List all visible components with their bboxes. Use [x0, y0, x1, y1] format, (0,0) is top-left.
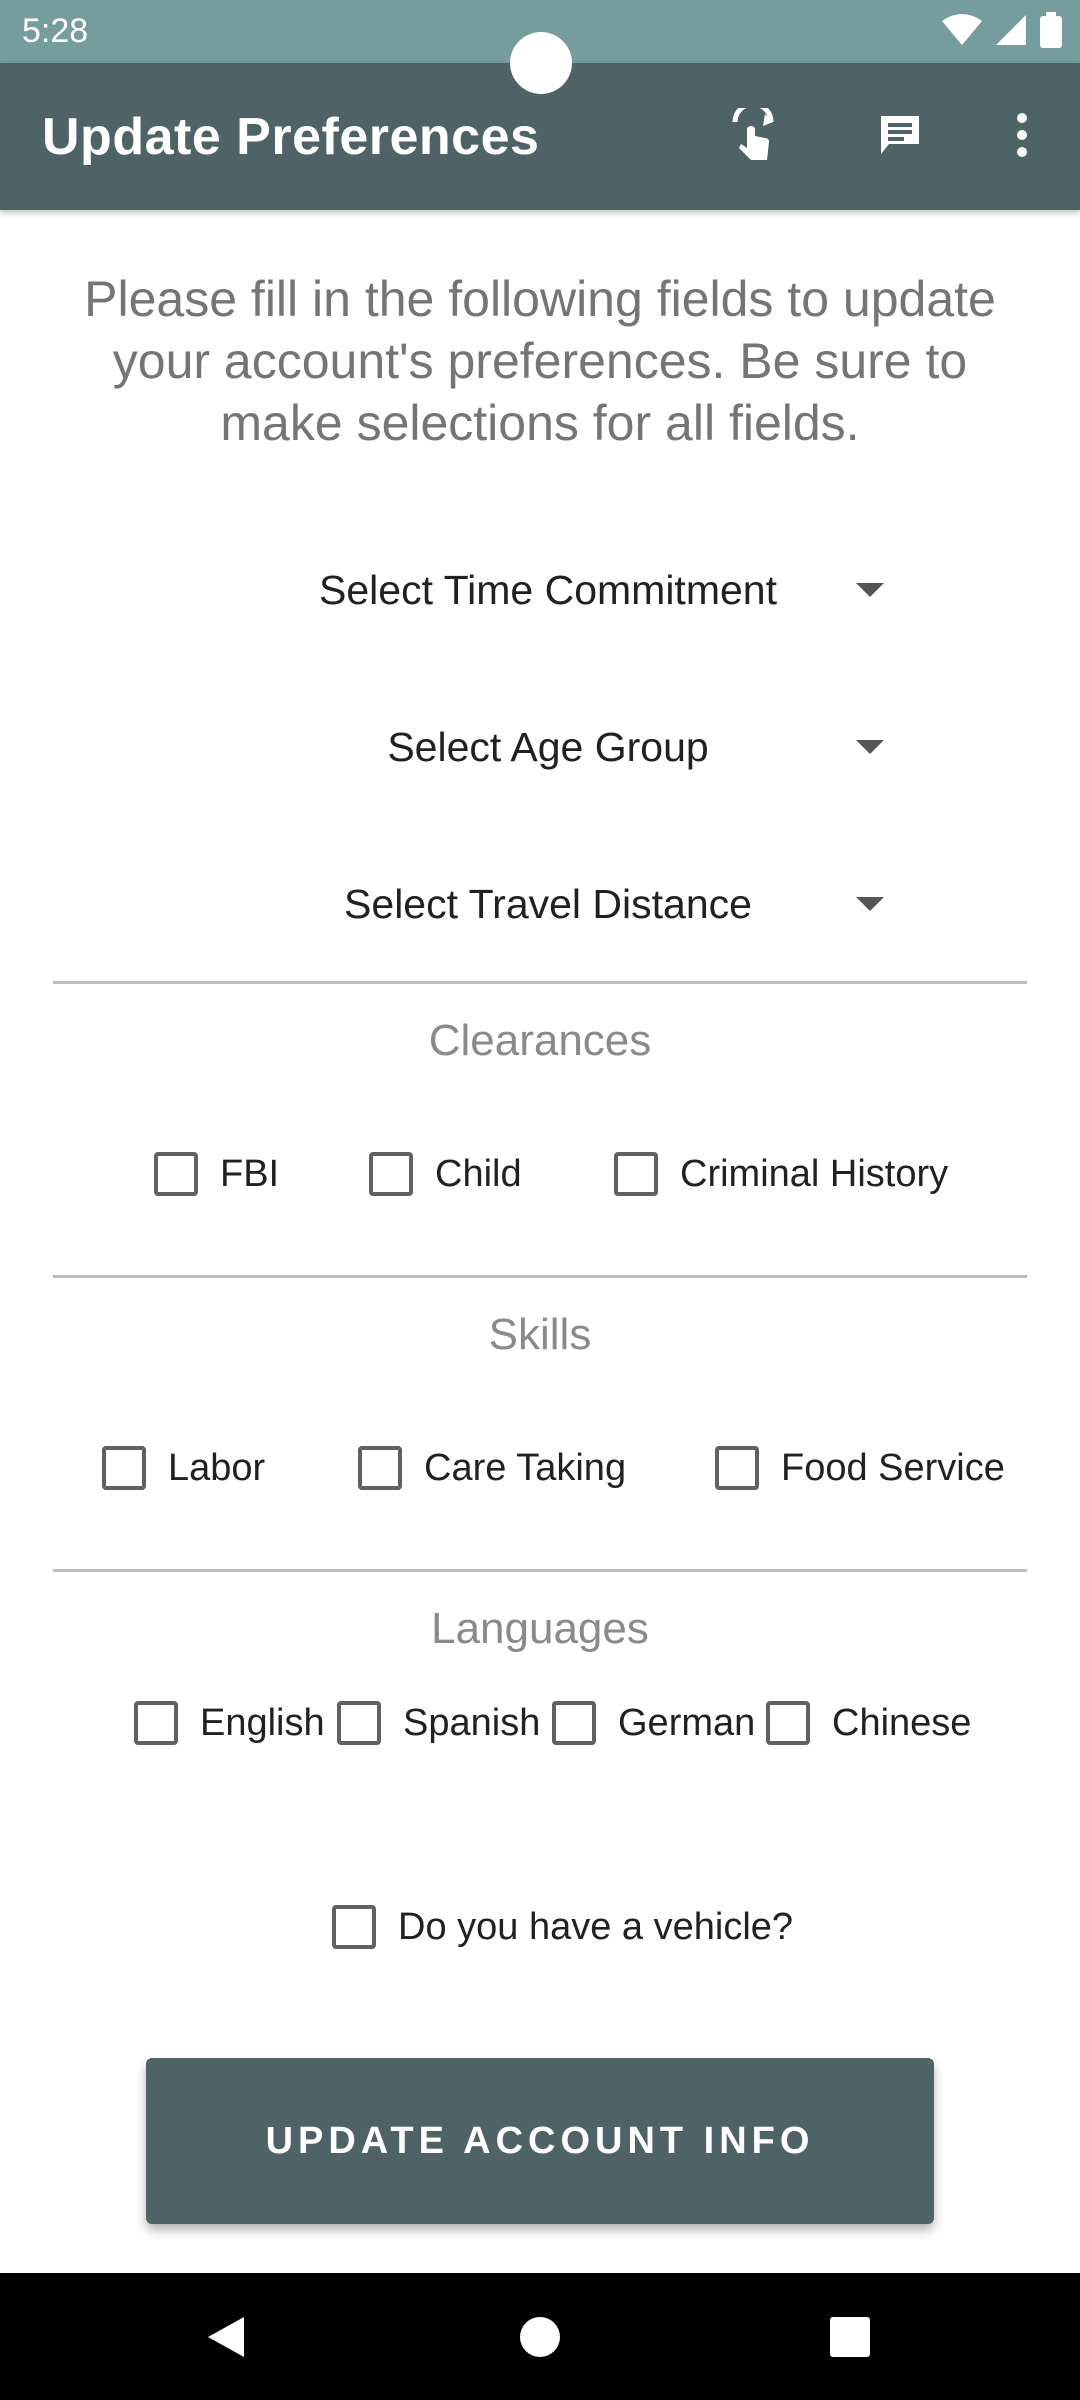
overflow-menu-icon[interactable]	[990, 103, 1054, 167]
checkbox-label: Chinese	[832, 1701, 972, 1744]
intro-text: Please fill in the following fields to u…	[84, 271, 996, 451]
signal-icon	[994, 13, 1028, 52]
checkbox-box[interactable]	[369, 1152, 413, 1196]
checkbox-german[interactable]: German	[552, 1693, 755, 1753]
dropdown-arrow-icon	[856, 897, 884, 911]
travel-distance-dropdown[interactable]: Select Travel Distance	[200, 859, 890, 949]
travel-distance-label: Select Travel Distance	[344, 880, 752, 927]
checkbox-child[interactable]: Child	[369, 1144, 522, 1204]
checkbox-criminal-history[interactable]: Criminal History	[614, 1144, 948, 1204]
checkbox-label: Do you have a vehicle?	[398, 1905, 794, 1948]
checkbox-label: Child	[435, 1152, 522, 1195]
time-commitment-label: Select Time Commitment	[319, 566, 777, 613]
back-icon[interactable]	[190, 2301, 262, 2373]
checkbox-label: FBI	[220, 1152, 280, 1195]
age-group-label: Select Age Group	[387, 723, 709, 770]
clearances-title: Clearances	[428, 1016, 652, 1065]
divider	[53, 1569, 1027, 1572]
recents-icon[interactable]	[814, 2301, 886, 2373]
checkbox-fbi[interactable]: FBI	[154, 1144, 279, 1204]
checkbox-box[interactable]	[552, 1701, 596, 1745]
dropdown-arrow-icon	[856, 740, 884, 754]
status-time: 5:28	[22, 12, 89, 50]
checkbox-label: Spanish	[403, 1701, 541, 1744]
checkbox-food-service[interactable]: Food Service	[715, 1438, 1005, 1498]
checkbox-label: Care Taking	[424, 1446, 627, 1489]
languages-title: Languages	[431, 1604, 649, 1653]
checkbox-box[interactable]	[102, 1446, 146, 1490]
checkbox-label: English	[200, 1701, 325, 1744]
checkbox-box[interactable]	[358, 1446, 402, 1490]
skills-title: Skills	[488, 1310, 592, 1359]
divider	[53, 1275, 1027, 1278]
age-group-dropdown[interactable]: Select Age Group	[200, 702, 890, 792]
message-icon[interactable]	[868, 103, 932, 167]
wifi-icon	[942, 13, 982, 52]
touch-app-icon[interactable]	[720, 103, 784, 167]
checkbox-chinese[interactable]: Chinese	[766, 1693, 971, 1753]
checkbox-box[interactable]	[134, 1701, 178, 1745]
home-icon[interactable]	[504, 2301, 576, 2373]
checkbox-box[interactable]	[332, 1905, 376, 1949]
navigation-bar	[0, 2273, 1080, 2400]
checkbox-box[interactable]	[337, 1701, 381, 1745]
update-account-info-button[interactable]: UPDATE ACCOUNT INFO	[146, 2058, 934, 2224]
checkbox-label: Criminal History	[680, 1152, 949, 1195]
checkbox-box[interactable]	[154, 1152, 198, 1196]
checkbox-spanish[interactable]: Spanish	[337, 1693, 540, 1753]
dropdown-arrow-icon	[856, 583, 884, 597]
camera-cutout	[510, 32, 572, 94]
checkbox-vehicle[interactable]: Do you have a vehicle?	[332, 1897, 793, 1957]
checkbox-care-taking[interactable]: Care Taking	[358, 1438, 626, 1498]
checkbox-label: German	[618, 1701, 756, 1744]
screen: 5:28 Update Preferences Please fill in t…	[0, 0, 1080, 2400]
checkbox-box[interactable]	[715, 1446, 759, 1490]
page-title: Update Preferences	[42, 108, 540, 166]
checkbox-english[interactable]: English	[134, 1693, 325, 1753]
checkbox-labor[interactable]: Labor	[102, 1438, 265, 1498]
status-icons	[942, 12, 1062, 53]
checkbox-label: Labor	[168, 1446, 266, 1489]
time-commitment-dropdown[interactable]: Select Time Commitment	[200, 545, 890, 635]
checkbox-box[interactable]	[614, 1152, 658, 1196]
checkbox-box[interactable]	[766, 1701, 810, 1745]
checkbox-label: Food Service	[781, 1446, 1005, 1489]
battery-icon	[1040, 12, 1062, 53]
divider	[53, 981, 1027, 984]
